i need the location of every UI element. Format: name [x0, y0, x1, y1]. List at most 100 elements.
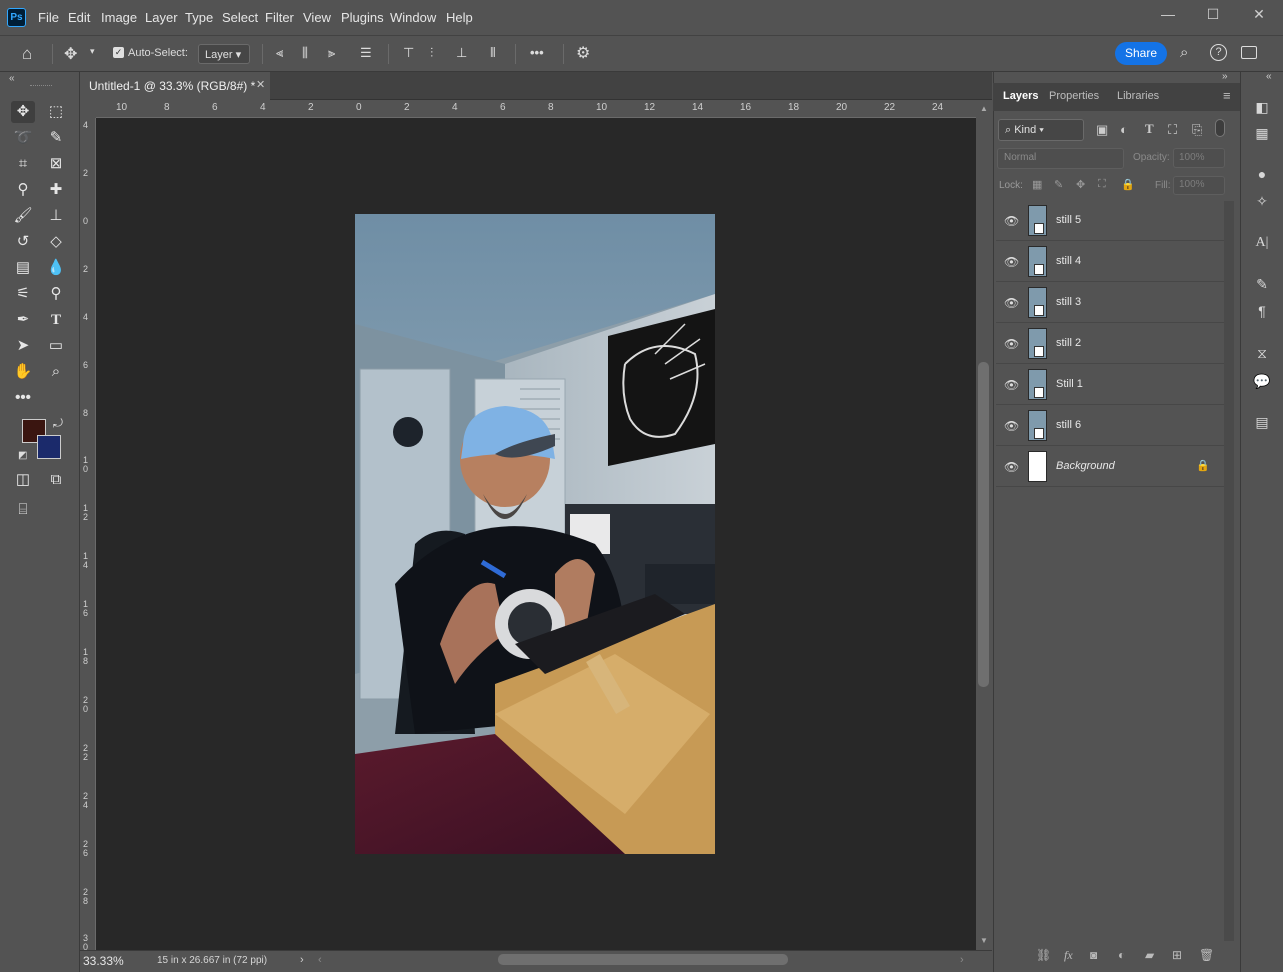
- layer-name[interactable]: Background: [1056, 460, 1115, 472]
- filter-toggle-switch[interactable]: [1215, 119, 1225, 137]
- lock-pixels-icon[interactable]: ✎: [1054, 178, 1063, 191]
- filter-shape-icon[interactable]: ⛶: [1168, 122, 1177, 138]
- healing-brush-tool-icon[interactable]: ✚: [44, 179, 68, 201]
- chevron-down-icon[interactable]: ▾: [90, 46, 95, 57]
- visibility-eye-icon[interactable]: 👁: [1004, 337, 1019, 351]
- expand-icon[interactable]: »: [1222, 71, 1228, 82]
- scroll-up-icon[interactable]: ▲: [980, 104, 988, 113]
- help-icon[interactable]: ?: [1210, 44, 1227, 61]
- align-middle-icon[interactable]: ⫶: [430, 45, 433, 61]
- menu-view[interactable]: View: [303, 10, 331, 25]
- lock-position-icon[interactable]: ✥: [1076, 178, 1085, 191]
- link-layers-icon[interactable]: ⛓: [1036, 948, 1051, 962]
- menu-select[interactable]: Select: [222, 10, 258, 25]
- background-color-swatch[interactable]: [37, 435, 61, 459]
- align-bottom-icon[interactable]: ⊥: [456, 45, 467, 61]
- quick-mask-icon[interactable]: ◫: [11, 469, 35, 491]
- workspace-icon[interactable]: [1241, 46, 1257, 59]
- rectangle-tool-icon[interactable]: ▭: [44, 335, 68, 357]
- more-options-icon[interactable]: •••: [530, 45, 544, 60]
- visibility-eye-icon[interactable]: 👁: [1004, 296, 1019, 310]
- adjustment-layer-icon[interactable]: ◐: [1118, 948, 1125, 962]
- layer-row[interactable]: 👁 still 4: [996, 242, 1224, 282]
- default-colors-icon[interactable]: ◩: [18, 450, 27, 461]
- tab-libraries[interactable]: Libraries: [1117, 90, 1159, 102]
- panel-menu-icon[interactable]: ≡: [1223, 88, 1231, 103]
- layer-row[interactable]: 👁 still 2: [996, 324, 1224, 364]
- fill-input[interactable]: 100%: [1173, 176, 1225, 195]
- distribute-icon[interactable]: ☰: [360, 45, 372, 61]
- sponge-tool-icon[interactable]: ⚲: [44, 283, 68, 305]
- filter-adjustment-icon[interactable]: ◐: [1120, 122, 1128, 137]
- blend-mode-dropdown[interactable]: Normal: [997, 148, 1124, 169]
- layer-filter-dropdown[interactable]: ⌕ Kind ▾: [998, 119, 1084, 141]
- layer-name[interactable]: still 5: [1056, 214, 1081, 226]
- marquee-tool-icon[interactable]: ⬚: [44, 101, 68, 123]
- collapse-icon[interactable]: «: [9, 73, 15, 84]
- eyedropper-tool-icon[interactable]: ⚲: [11, 179, 35, 201]
- layer-row[interactable]: 👁 still 5: [996, 201, 1224, 241]
- vertical-scroll-thumb[interactable]: [978, 362, 989, 687]
- share-button[interactable]: Share: [1115, 42, 1167, 65]
- fx-icon[interactable]: fx: [1064, 948, 1073, 963]
- stamp-tool-icon[interactable]: ⊥: [44, 205, 68, 227]
- zoom-tool-icon[interactable]: ⌕: [44, 361, 68, 383]
- color-panel-icon[interactable]: ●: [1253, 165, 1271, 183]
- distribute-vertical-icon[interactable]: ⦀: [490, 45, 496, 61]
- canvas-photo[interactable]: [355, 214, 715, 854]
- menu-layer[interactable]: Layer: [145, 10, 178, 25]
- visibility-eye-icon[interactable]: 👁: [1004, 419, 1019, 433]
- maximize-button[interactable]: ☐: [1198, 6, 1228, 26]
- auto-select-target-dropdown[interactable]: Layer ▾: [198, 44, 250, 64]
- pen-tool-icon[interactable]: ✒: [11, 309, 35, 331]
- brush-tool-icon[interactable]: 🖌: [11, 205, 35, 227]
- move-tool-icon[interactable]: ✥: [64, 44, 77, 64]
- brush-settings-icon[interactable]: ✎: [1253, 275, 1271, 293]
- layer-name[interactable]: still 3: [1056, 296, 1081, 308]
- layers-scrollbar[interactable]: [1224, 201, 1234, 941]
- gradient-panel-icon[interactable]: ◧: [1253, 98, 1271, 116]
- menu-edit[interactable]: Edit: [68, 10, 90, 25]
- trash-icon[interactable]: 🗑: [1199, 948, 1214, 962]
- swap-colors-icon[interactable]: ⤾: [53, 416, 63, 431]
- auto-select-checkbox[interactable]: ✓: [113, 47, 124, 58]
- scroll-left-icon[interactable]: ‹: [318, 954, 322, 966]
- zoom-level[interactable]: 33.33%: [83, 954, 124, 968]
- layer-row[interactable]: 👁 still 3: [996, 283, 1224, 323]
- dodge-tool-icon[interactable]: ⚟: [11, 283, 35, 305]
- home-icon[interactable]: ⌂: [22, 44, 32, 64]
- lock-all-icon[interactable]: 🔒: [1121, 178, 1135, 191]
- layer-name[interactable]: still 4: [1056, 255, 1081, 267]
- scroll-right-icon[interactable]: ›: [960, 954, 964, 966]
- menu-help[interactable]: Help: [446, 10, 473, 25]
- visibility-eye-icon[interactable]: 👁: [1004, 214, 1019, 228]
- visibility-eye-icon[interactable]: 👁: [1004, 378, 1019, 392]
- frame-tool-icon[interactable]: ⊠: [44, 153, 68, 175]
- collapse-strip-icon[interactable]: «: [1266, 71, 1272, 82]
- edit-toolbar-icon[interactable]: ⌸: [11, 499, 35, 521]
- layer-row[interactable]: 👁 Still 1: [996, 365, 1224, 405]
- hand-tool-icon[interactable]: ✋: [11, 361, 35, 383]
- lock-artboard-icon[interactable]: ⛶: [1098, 178, 1106, 191]
- group-folder-icon[interactable]: ▰: [1145, 948, 1154, 962]
- swatches-panel-icon[interactable]: ▦: [1253, 124, 1271, 142]
- layer-name[interactable]: still 2: [1056, 337, 1081, 349]
- layer-row[interactable]: 👁 still 6: [996, 406, 1224, 446]
- menu-image[interactable]: Image: [101, 10, 137, 25]
- quick-select-tool-icon[interactable]: ✎: [44, 127, 68, 149]
- table-panel-icon[interactable]: ▤: [1253, 413, 1271, 431]
- eraser-tool-icon[interactable]: ◇: [44, 231, 68, 253]
- gradient-tool-icon[interactable]: ▤: [11, 257, 35, 279]
- lasso-tool-icon[interactable]: ➰: [11, 127, 35, 149]
- layer-name[interactable]: still 6: [1056, 419, 1081, 431]
- filter-smart-object-icon[interactable]: ⎘: [1192, 122, 1202, 138]
- close-window-button[interactable]: ✕: [1244, 6, 1274, 26]
- minimize-button[interactable]: —: [1153, 6, 1183, 26]
- more-tools-icon[interactable]: •••: [11, 387, 35, 409]
- menu-window[interactable]: Window: [390, 10, 436, 25]
- add-mask-icon[interactable]: ◙: [1090, 948, 1097, 962]
- type-tool-icon[interactable]: T: [44, 309, 68, 331]
- opacity-input[interactable]: 100%: [1173, 148, 1225, 168]
- character-panel-icon[interactable]: A|: [1253, 234, 1271, 252]
- gear-icon[interactable]: ⚙: [576, 43, 590, 63]
